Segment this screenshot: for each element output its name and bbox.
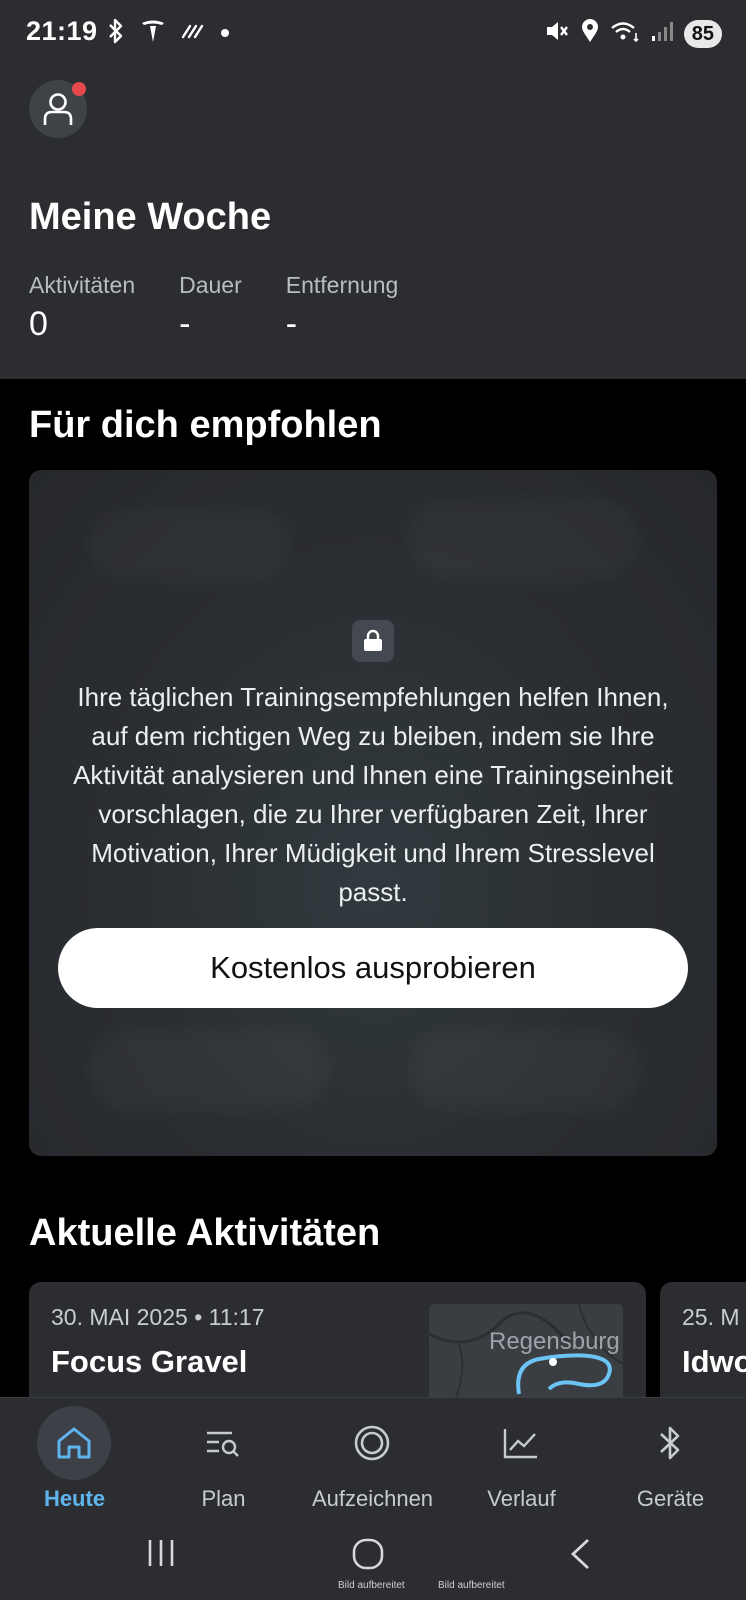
notification-dot-icon [220,25,230,43]
back-chevron-icon [570,1538,589,1570]
location-icon [580,18,600,49]
activity-name: Focus Gravel [51,1344,248,1379]
stat-label: Entfernung [285,272,399,298]
activity-card[interactable]: 25. M Idwo [660,1282,746,1412]
nav-label: Plan [201,1486,246,1511]
lock-icon [352,620,394,662]
home-icon [37,1406,111,1480]
recommendation-description: Ihre täglichen Trainingsempfehlungen hel… [73,682,673,907]
user-icon [43,93,73,125]
map-city-label: Regensburg [489,1328,620,1355]
stat-duration: Dauer - [179,272,242,344]
bluetooth-status-icon [106,18,126,49]
recommended-section-title: Für dich empfohlen [29,404,382,446]
stat-label: Aktivitäten [29,272,136,298]
mute-icon [544,18,570,49]
recent-apps-button[interactable] [146,1538,176,1573]
nav-label: Geräte [636,1486,705,1511]
status-time: 21:19 [26,16,98,46]
nav-tab-devices[interactable]: Geräte [596,1398,745,1527]
bluetooth-icon [633,1406,707,1480]
battery-indicator: 85 [683,19,722,48]
route-map-icon [429,1304,623,1412]
stat-label: Dauer [179,272,242,298]
page-title: Meine Woche [29,196,272,238]
image-caption: Bild aufbereitet [438,1580,505,1591]
stat-distance: Entfernung - [286,272,399,344]
record-icon [335,1406,409,1480]
stat-value: - [179,305,191,343]
nav-label: Heute [43,1486,106,1511]
activity-card[interactable]: 30. MAI 2025 • 11:17 Focus Gravel Regens… [29,1282,646,1412]
notification-badge [72,82,86,96]
signal-lines-icon [180,21,206,46]
profile-avatar-button[interactable] [29,80,87,138]
activity-date: 30. MAI 2025 • 11:17 [51,1304,265,1330]
tesla-icon [140,18,166,49]
activity-map-thumbnail: Regensburg [429,1304,623,1412]
back-button[interactable] [568,1538,592,1575]
image-caption: Bild aufbereitet [338,1580,405,1591]
stat-activities: Aktivitäten 0 [29,272,135,344]
recent-apps-icon [148,1540,174,1566]
system-navigation-bar: Bild aufbereitet Bild aufbereitet [0,1526,746,1600]
stat-value: - [285,305,298,343]
stat-value: 0 [29,305,48,343]
nav-tab-record[interactable]: Aufzeichnen [298,1398,447,1527]
home-button[interactable] [352,1538,384,1575]
chart-icon [484,1406,558,1480]
status-bar: 21:19 85 [0,0,746,68]
week-stats: Aktivitäten 0 Dauer - Entfernung - [29,272,442,344]
try-free-button[interactable]: Kostenlos ausprobieren [58,928,688,1008]
nav-tab-plan[interactable]: Plan [149,1398,298,1527]
activity-date: 25. M [682,1304,740,1330]
activity-name: Idwo [682,1344,746,1379]
wifi-icon [610,19,640,48]
plan-icon [186,1406,260,1480]
bottom-navigation: Heute Plan Aufzeichnen Verlauf Geräte [0,1397,746,1526]
home-circle-icon [352,1538,384,1570]
nav-tab-heute[interactable]: Heute [0,1398,149,1527]
activities-section-title: Aktuelle Aktivitäten [29,1212,381,1254]
nav-label: Verlauf [487,1486,556,1511]
nav-tab-history[interactable]: Verlauf [447,1398,596,1527]
recommendation-card: Ihre täglichen Trainingsempfehlungen hel… [29,470,717,1156]
cell-signal-icon [650,19,674,48]
nav-label: Aufzeichnen [311,1486,434,1511]
